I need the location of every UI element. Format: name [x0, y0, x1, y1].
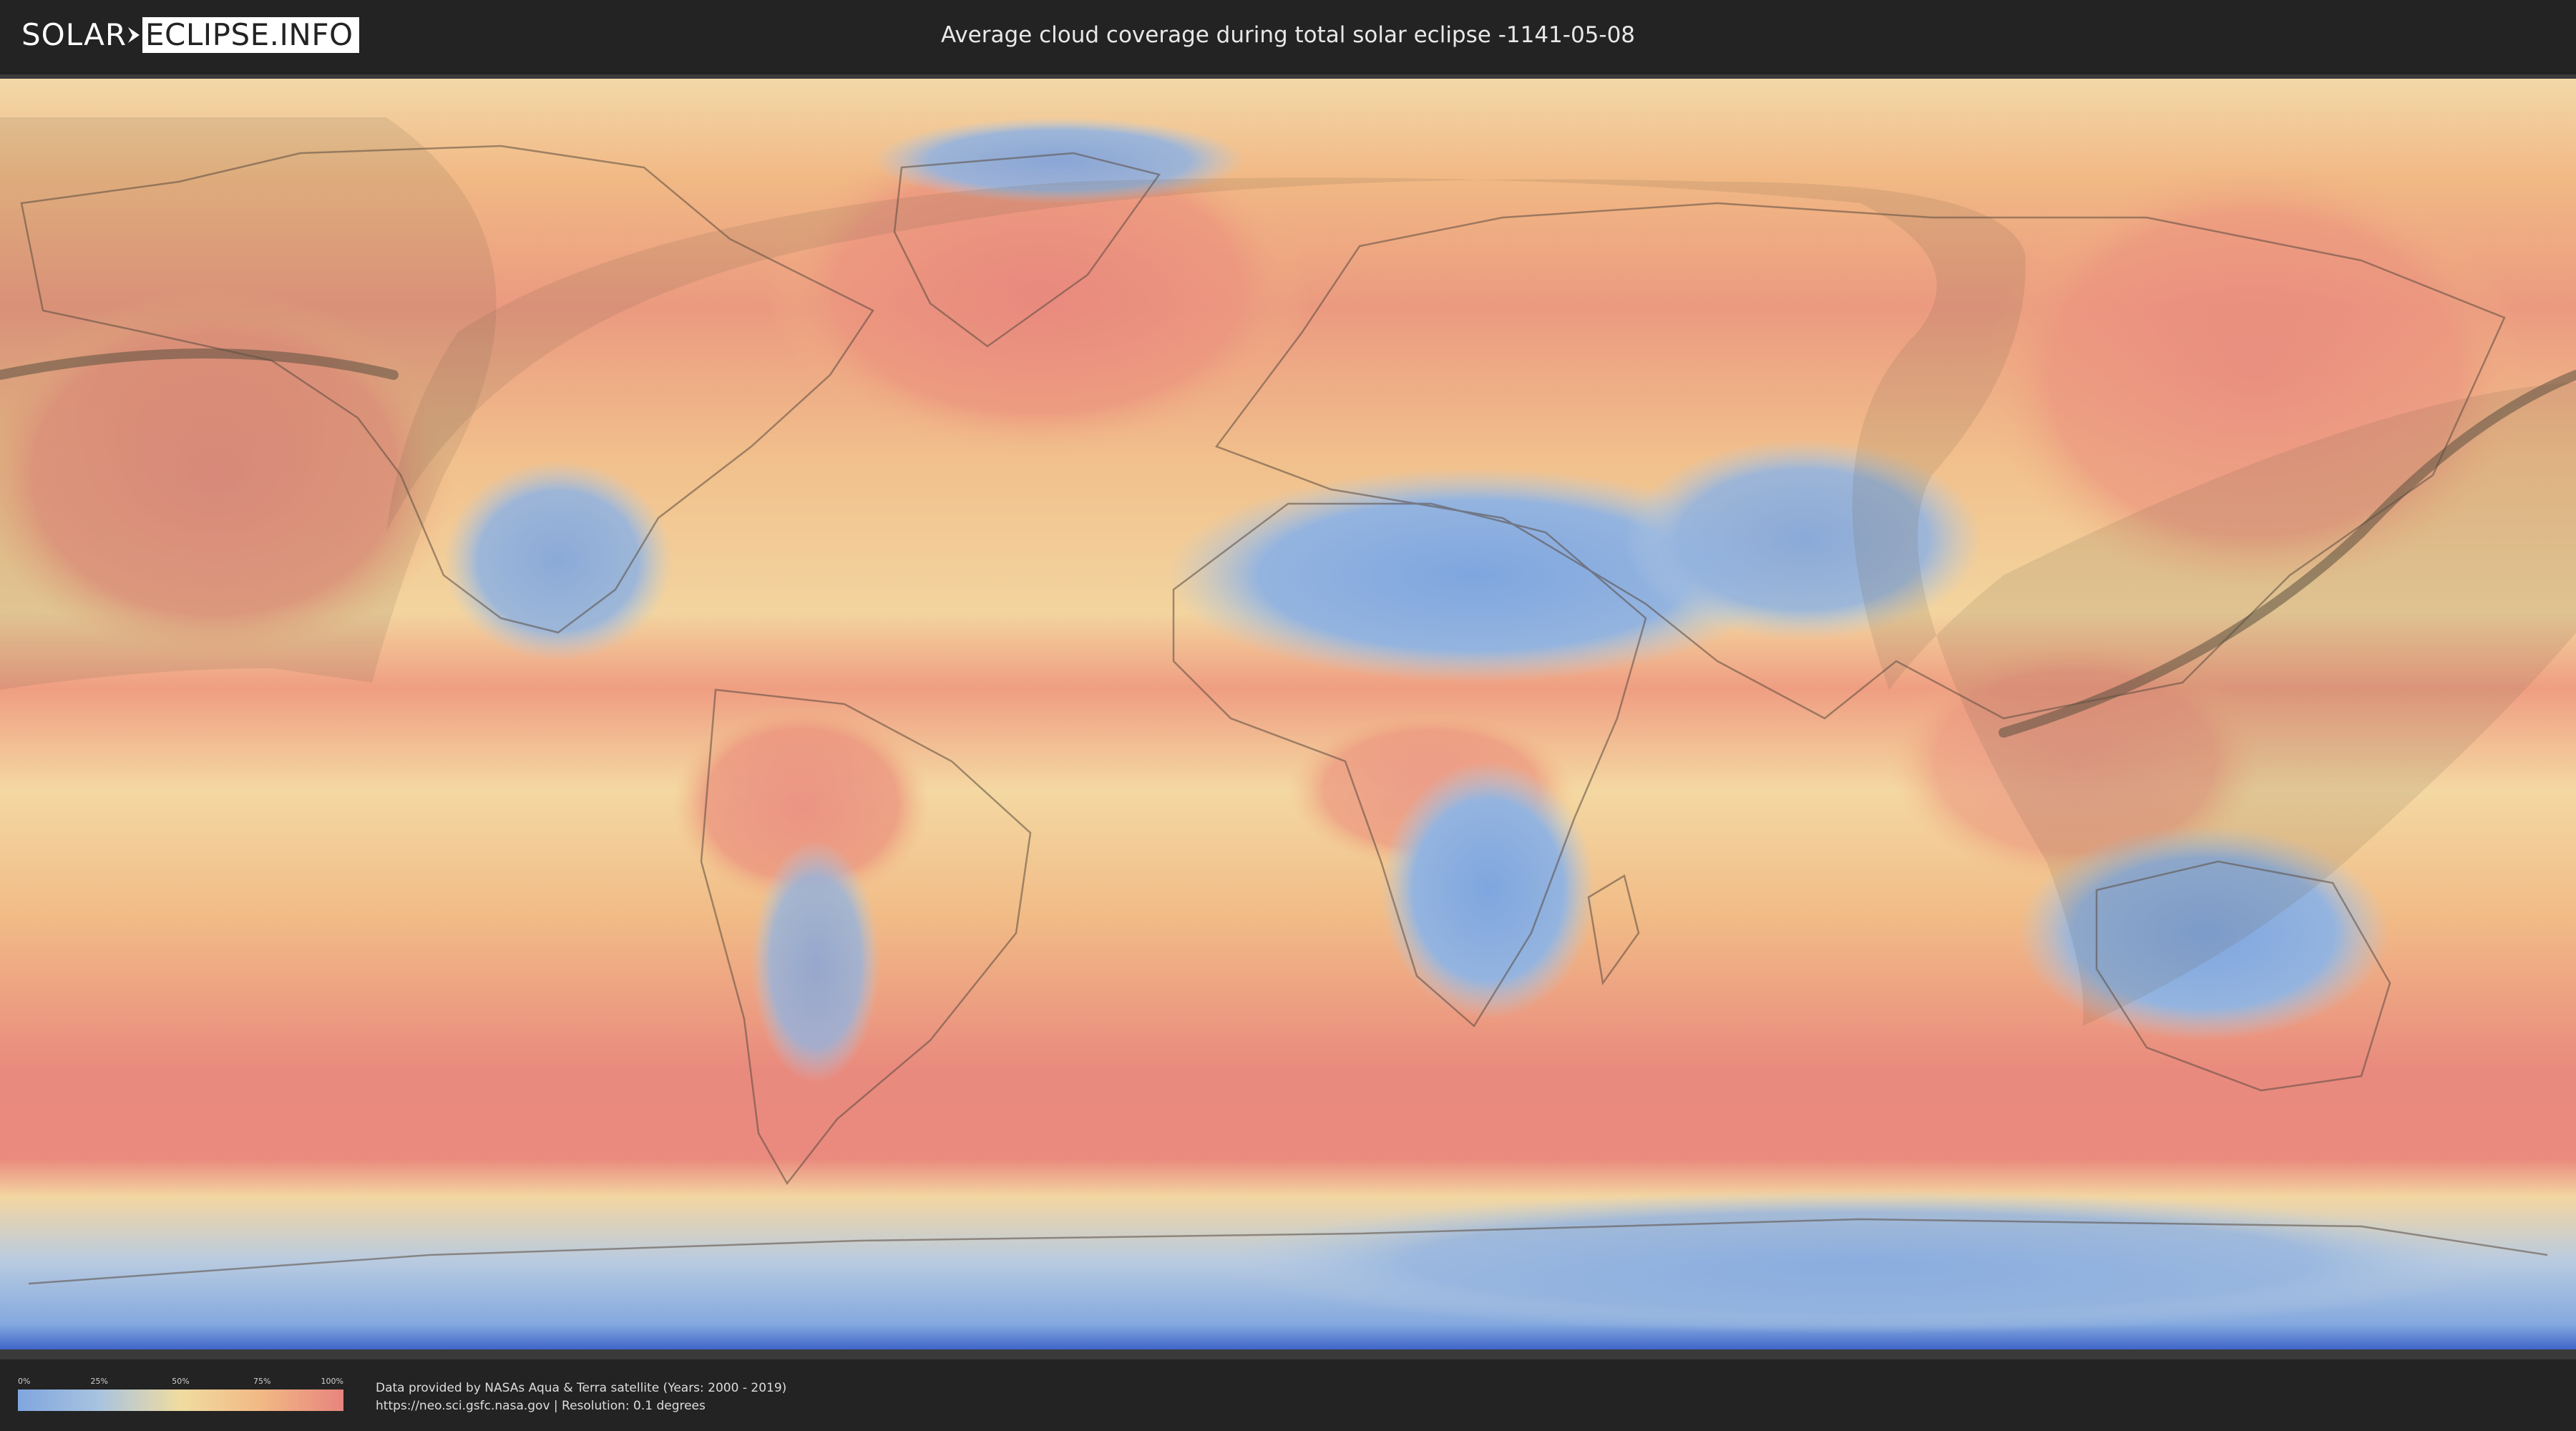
cloud-coverage-map[interactable]	[0, 74, 2576, 1359]
legend-ticks: 0% 25% 50% 75% 100%	[18, 1374, 343, 1390]
credit-url-resolution: https://neo.sci.gsfc.nasa.gov | Resoluti…	[376, 1399, 706, 1413]
footer-bar: 0% 25% 50% 75% 100% Data provided by NAS…	[0, 1359, 2576, 1431]
legend-tick-50: 50%	[172, 1377, 190, 1386]
world-map	[0, 79, 2576, 1349]
legend-tick-100: 100%	[321, 1377, 343, 1386]
legend-tick-25: 25%	[90, 1377, 108, 1386]
legend-tick-75: 75%	[253, 1377, 271, 1386]
legend-color-bar	[18, 1390, 343, 1411]
page-title: Average cloud coverage during total sola…	[940, 22, 1636, 48]
legend-tick-0: 0%	[18, 1377, 31, 1386]
credit-source: Data provided by NASAs Aqua & Terra sate…	[376, 1381, 787, 1395]
page: SOLAR ECLIPSE.INFO Average cloud coverag…	[0, 0, 2576, 1431]
data-credits: Data provided by NASAs Aqua & Terra sate…	[376, 1379, 786, 1415]
header-bar: SOLAR ECLIPSE.INFO Average cloud coverag…	[0, 0, 2576, 72]
coverage-legend: 0% 25% 50% 75% 100%	[18, 1374, 343, 1411]
